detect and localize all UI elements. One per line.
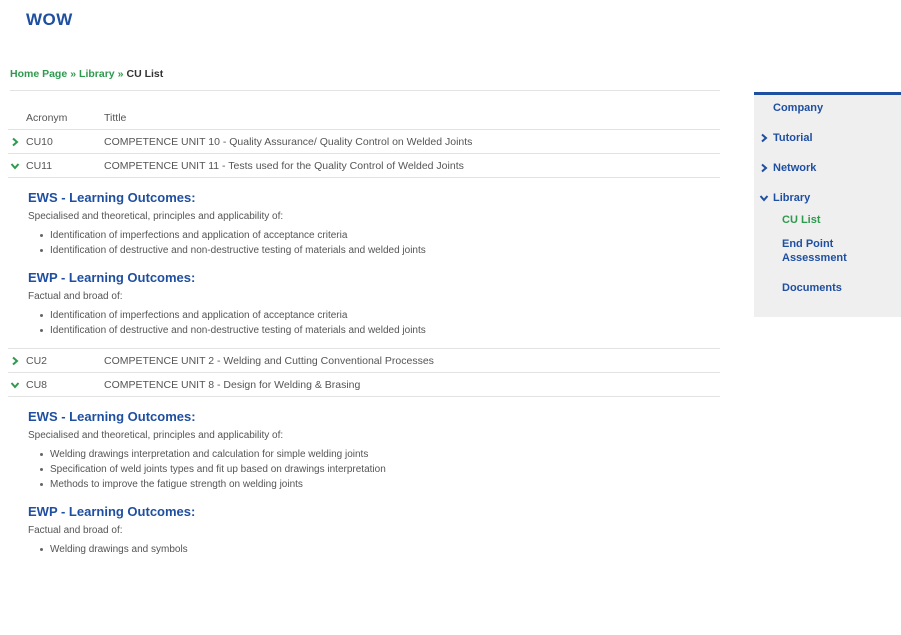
table-row[interactable]: CU11 COMPETENCE UNIT 11 - Tests used for…: [8, 154, 720, 178]
table-row[interactable]: CU10 COMPETENCE UNIT 10 - Quality Assura…: [8, 130, 720, 154]
list-item: Welding drawings interpretation and calc…: [40, 447, 720, 462]
sidebar-subitem-documents[interactable]: Documents: [754, 281, 901, 295]
section-intro: Factual and broad of:: [28, 525, 123, 536]
chevron-down-icon: [759, 191, 773, 205]
section-heading: EWP - Learning Outcomes:: [28, 504, 196, 519]
breadcrumb-current: CU List: [126, 68, 164, 80]
sidebar-subitem-cu-list[interactable]: CU List: [754, 213, 901, 237]
row-title: COMPETENCE UNIT 8 - Design for Welding &…: [104, 378, 361, 391]
section-heading: EWS - Learning Outcomes:: [28, 190, 196, 205]
sidebar-nav: Company Tutorial Network Library CU List…: [754, 92, 901, 317]
sidebar-item-tutorial[interactable]: Tutorial: [754, 131, 901, 161]
list-item: Identification of imperfections and appl…: [40, 228, 720, 243]
table-row[interactable]: CU2 COMPETENCE UNIT 2 - Welding and Cutt…: [8, 349, 720, 373]
sidebar-item-network[interactable]: Network: [754, 161, 901, 191]
outcome-list: Welding drawings interpretation and calc…: [28, 447, 720, 492]
row-title: COMPETENCE UNIT 10 - Quality Assurance/ …: [104, 135, 473, 148]
cu-table: Acronym Tittle CU10 COMPETENCE UNIT 10 -…: [8, 106, 720, 567]
outcome-list: Welding drawings and symbols: [28, 542, 720, 557]
row-acronym: CU8: [26, 378, 48, 391]
list-item: Welding drawings and symbols: [40, 542, 720, 557]
outcome-list: Identification of imperfections and appl…: [28, 228, 720, 258]
row-acronym: CU11: [26, 159, 53, 172]
header-title: Tittle: [104, 111, 127, 124]
site-logo[interactable]: WOW: [26, 10, 73, 30]
list-item: Specification of weld joints types and f…: [40, 462, 720, 477]
chevron-right-icon: [759, 131, 773, 145]
breadcrumb-home-link[interactable]: Home Page: [10, 68, 67, 80]
row-acronym: CU10: [26, 135, 53, 148]
sidebar-item-label: Company: [773, 102, 824, 114]
row-detail: EWS - Learning Outcomes: Specialised and…: [8, 190, 720, 349]
outcome-list: Identification of imperfections and appl…: [28, 308, 720, 338]
section-intro: Specialised and theoretical, principles …: [28, 211, 284, 222]
row-acronym: CU2: [26, 354, 48, 367]
breadcrumb-library-link[interactable]: Library: [79, 68, 115, 80]
row-detail: EWS - Learning Outcomes: Specialised and…: [8, 409, 720, 567]
sidebar-item-label: Network: [773, 162, 817, 174]
chevron-right-icon: [759, 161, 773, 175]
header-acronym: Acronym: [26, 111, 68, 124]
sidebar-item-library[interactable]: Library: [754, 191, 901, 213]
list-item: Identification of destructive and non-de…: [40, 243, 720, 258]
row-title: COMPETENCE UNIT 2 - Welding and Cutting …: [104, 354, 434, 367]
sidebar-item-company[interactable]: Company: [754, 101, 901, 131]
chevron-down-icon[interactable]: [8, 380, 22, 390]
sidebar-item-label: Library: [773, 192, 811, 204]
section-intro: Specialised and theoretical, principles …: [28, 430, 284, 441]
breadcrumb-separator: »: [117, 68, 124, 80]
chevron-right-icon[interactable]: [8, 137, 22, 147]
list-item: Methods to improve the fatigue strength …: [40, 477, 720, 492]
chevron-down-icon[interactable]: [8, 161, 22, 171]
breadcrumb: Home Page» Library» CU List: [10, 68, 163, 80]
table-row[interactable]: CU8 COMPETENCE UNIT 8 - Design for Weldi…: [8, 373, 720, 397]
row-title: COMPETENCE UNIT 11 - Tests used for the …: [104, 159, 464, 172]
section-intro: Factual and broad of:: [28, 291, 123, 302]
table-header: Acronym Tittle: [8, 106, 720, 130]
breadcrumb-divider: [10, 90, 720, 91]
sidebar-item-label: Tutorial: [773, 132, 813, 144]
sidebar-subitem-end-point-assessment[interactable]: End Point Assessment: [754, 237, 901, 281]
chevron-right-icon[interactable]: [8, 356, 22, 366]
section-heading: EWP - Learning Outcomes:: [28, 270, 196, 285]
section-heading: EWS - Learning Outcomes:: [28, 409, 196, 424]
list-item: Identification of imperfections and appl…: [40, 308, 720, 323]
list-item: Identification of destructive and non-de…: [40, 323, 720, 338]
breadcrumb-separator: »: [70, 68, 77, 80]
